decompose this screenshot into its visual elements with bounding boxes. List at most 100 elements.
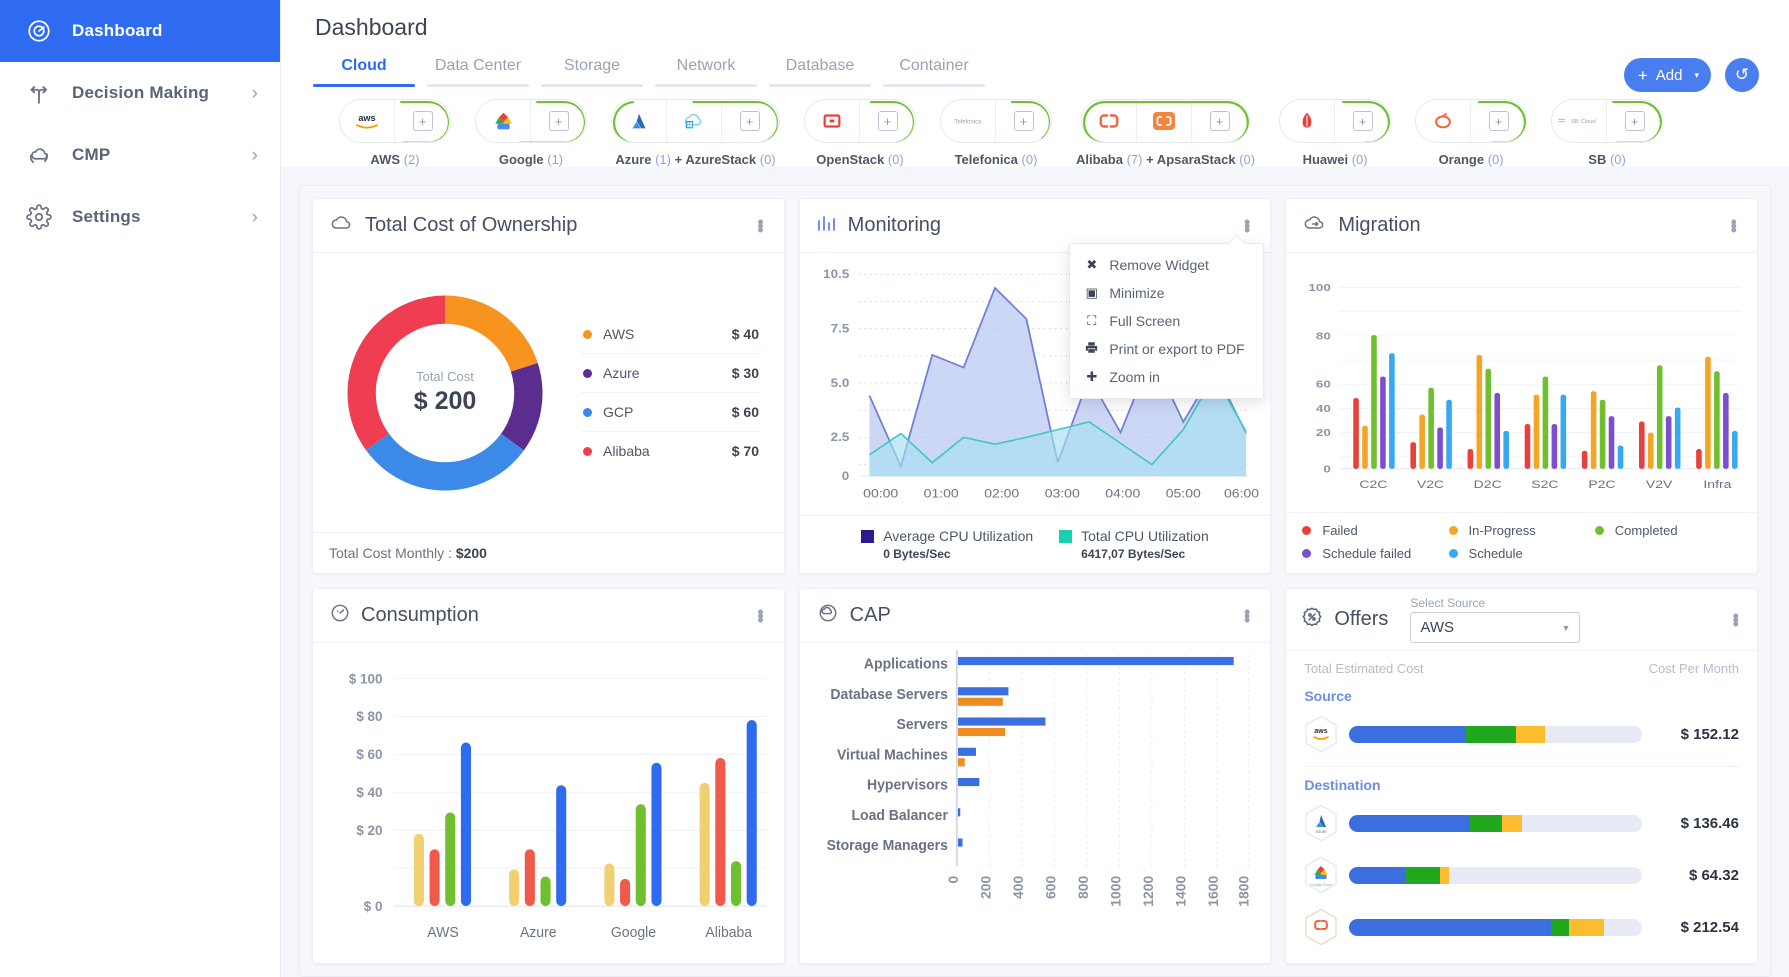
sidebar-item-decision-making[interactable]: Decision Making › bbox=[0, 62, 280, 124]
provider-openstack[interactable]: + OpenStack (0) bbox=[792, 99, 928, 167]
add-box-icon[interactable]: + bbox=[531, 100, 586, 142]
provider-label: Google (1) bbox=[498, 152, 564, 167]
widget-header: CAP • • • bbox=[799, 589, 1271, 643]
tab-label: Container bbox=[899, 57, 969, 74]
sidebar-item-cmp[interactable]: CMP › bbox=[0, 124, 280, 186]
context-menu-item-remove-widget[interactable]: ✖ Remove Widget bbox=[1070, 251, 1263, 279]
add-box-icon[interactable]: + bbox=[996, 100, 1051, 142]
offers-row-destination-azure[interactable]: Azure $ 136.46 bbox=[1286, 797, 1757, 849]
context-menu-item-label: Zoom in bbox=[1109, 369, 1160, 385]
provider-google[interactable]: + Google (1) bbox=[463, 99, 599, 167]
chevron-right-icon[interactable]: › bbox=[252, 208, 258, 227]
kebab-menu-icon[interactable]: • • • bbox=[1240, 213, 1254, 239]
provider-pill[interactable]: + bbox=[1415, 99, 1528, 143]
provider-huawei[interactable]: + Huawei (0) bbox=[1267, 99, 1403, 167]
legend-value: $ 60 bbox=[731, 404, 759, 420]
context-menu-item-full-screen[interactable]: ⛶ Full Screen bbox=[1070, 307, 1263, 335]
sidebar-item-label: CMP bbox=[72, 145, 111, 164]
azurestack-logo-icon bbox=[667, 100, 722, 142]
tab-network[interactable]: Network bbox=[649, 49, 763, 87]
add-box-icon[interactable]: + bbox=[860, 100, 915, 142]
offers-row-source-aws[interactable]: aws $ 152.12 bbox=[1286, 708, 1757, 760]
migration-legend: Failed In-Progress Completed Schedule fa… bbox=[1286, 512, 1757, 573]
provider-sb[interactable]: SB Cloud + SB (0) bbox=[1539, 99, 1675, 167]
widget-body: Total Estimated Cost Cost Per Month Sour… bbox=[1286, 651, 1757, 963]
svg-text:Alibaba: Alibaba bbox=[705, 925, 753, 941]
tab-data-center[interactable]: Data Center bbox=[421, 49, 535, 87]
sidebar-item-settings[interactable]: Settings › bbox=[0, 186, 280, 248]
sidebar-item-label: Settings bbox=[72, 207, 141, 226]
offers-row-destination-google[interactable]: Google Cloud $ 64.32 bbox=[1286, 849, 1757, 901]
chevron-right-icon[interactable]: › bbox=[252, 84, 258, 103]
add-box-icon[interactable]: + bbox=[1335, 100, 1390, 142]
context-menu-item-print-export-pdf[interactable]: Print or export to PDF bbox=[1070, 335, 1263, 363]
svg-text:Storage Managers: Storage Managers bbox=[826, 838, 947, 854]
aws-hex-logo-icon: aws bbox=[1304, 715, 1338, 753]
provider-pill[interactable]: + bbox=[804, 99, 916, 143]
legend-label: Schedule failed bbox=[1322, 546, 1412, 561]
legend-label: Failed bbox=[1322, 523, 1358, 538]
add-box-icon[interactable]: + bbox=[1607, 100, 1662, 142]
context-menu-item-minimize[interactable]: ▣ Minimize bbox=[1070, 279, 1263, 307]
provider-pill[interactable]: + bbox=[1081, 99, 1251, 143]
provider-pill[interactable]: aws + bbox=[339, 99, 451, 143]
svg-text:1400: 1400 bbox=[1173, 875, 1188, 906]
add-box-icon[interactable]: + bbox=[1192, 100, 1247, 142]
widget-context-menu[interactable]: ✖ Remove Widget ▣ Minimize ⛶ Full Screen bbox=[1069, 243, 1265, 399]
legend-label: Azure bbox=[603, 365, 640, 381]
kebab-menu-icon[interactable]: • • • bbox=[753, 213, 767, 239]
bar-segment-blue bbox=[1349, 866, 1405, 884]
provider-pill[interactable]: SB Cloud + bbox=[1551, 99, 1664, 143]
tab-underline bbox=[769, 84, 871, 87]
add-box-icon[interactable]: + bbox=[722, 100, 777, 142]
provider-pill[interactable]: + bbox=[611, 99, 780, 143]
huawei-logo-icon bbox=[1280, 100, 1336, 142]
add-button[interactable]: + Add ▾ bbox=[1623, 58, 1711, 92]
sidebar-item-dashboard[interactable]: Dashboard bbox=[0, 0, 280, 62]
context-menu-item-label: Remove Widget bbox=[1109, 257, 1209, 273]
legend-label: GCP bbox=[603, 404, 634, 420]
svg-text:$ 0: $ 0 bbox=[364, 897, 383, 913]
select-source-value: AWS bbox=[1420, 619, 1455, 636]
widget-body: 100 80 60 40 20 0 C2C V2C D2C S2C P2C V2… bbox=[1286, 253, 1757, 512]
kebab-menu-icon[interactable]: • • • bbox=[1240, 603, 1254, 629]
provider-azure[interactable]: + Azure (1) + AzureStack (0) bbox=[599, 99, 792, 167]
provider-aws[interactable]: aws + AWS (2) bbox=[327, 99, 463, 167]
svg-text:$ 60: $ 60 bbox=[356, 746, 382, 762]
chevron-down-icon[interactable]: ▼ bbox=[1562, 623, 1571, 633]
kebab-menu-icon[interactable]: • • • bbox=[753, 603, 767, 629]
kebab-menu-icon[interactable]: • • • bbox=[1729, 607, 1743, 633]
provider-pill[interactable]: + bbox=[1279, 99, 1392, 143]
tab-storage[interactable]: Storage bbox=[535, 49, 649, 87]
chevron-right-icon[interactable]: › bbox=[252, 146, 258, 165]
tab-cloud[interactable]: Cloud bbox=[307, 49, 421, 87]
provider-pill[interactable]: Telefonica + bbox=[940, 99, 1052, 143]
kebab-menu-icon[interactable]: • • • bbox=[1727, 213, 1741, 239]
aws-logo-icon: aws bbox=[340, 100, 395, 142]
provider-orange[interactable]: + Orange (0) bbox=[1403, 99, 1539, 167]
select-source-dropdown[interactable]: AWS ▼ bbox=[1410, 612, 1581, 643]
provider-label: SB (0) bbox=[1588, 152, 1626, 167]
add-box-icon[interactable]: + bbox=[1471, 100, 1526, 142]
offers-price: $ 64.32 bbox=[1688, 866, 1739, 884]
provider-pill[interactable]: + bbox=[475, 99, 587, 143]
context-menu-item-zoom-in[interactable]: ✚ Zoom in bbox=[1070, 363, 1263, 391]
add-box-icon[interactable]: + bbox=[395, 100, 450, 142]
tab-container[interactable]: Container bbox=[877, 49, 991, 87]
provider-label: AWS (2) bbox=[370, 152, 420, 167]
tab-database[interactable]: Database bbox=[763, 49, 877, 87]
svg-text:Azure: Azure bbox=[1316, 829, 1328, 834]
speedometer-icon bbox=[329, 602, 351, 629]
decision-tree-icon bbox=[22, 76, 56, 110]
offers-row-destination-alibaba[interactable]: $ 212.54 bbox=[1286, 901, 1757, 953]
legend-item: Average CPU Utilization 0 Bytes/Sec bbox=[861, 528, 1033, 561]
svg-text:60: 60 bbox=[1316, 378, 1331, 390]
chevron-down-icon[interactable]: ▾ bbox=[1694, 70, 1699, 81]
provider-alibaba[interactable]: + Alibaba (7) + ApsaraStack (0) bbox=[1064, 99, 1267, 167]
refresh-button[interactable]: ↺ bbox=[1725, 58, 1759, 92]
svg-text:00:00: 00:00 bbox=[863, 486, 898, 500]
svg-text:06:00: 06:00 bbox=[1224, 486, 1259, 500]
offers-price: $ 152.12 bbox=[1680, 725, 1739, 743]
provider-telefonica[interactable]: Telefonica + Telefonica (0) bbox=[928, 99, 1064, 167]
svg-text:400: 400 bbox=[1011, 875, 1026, 899]
